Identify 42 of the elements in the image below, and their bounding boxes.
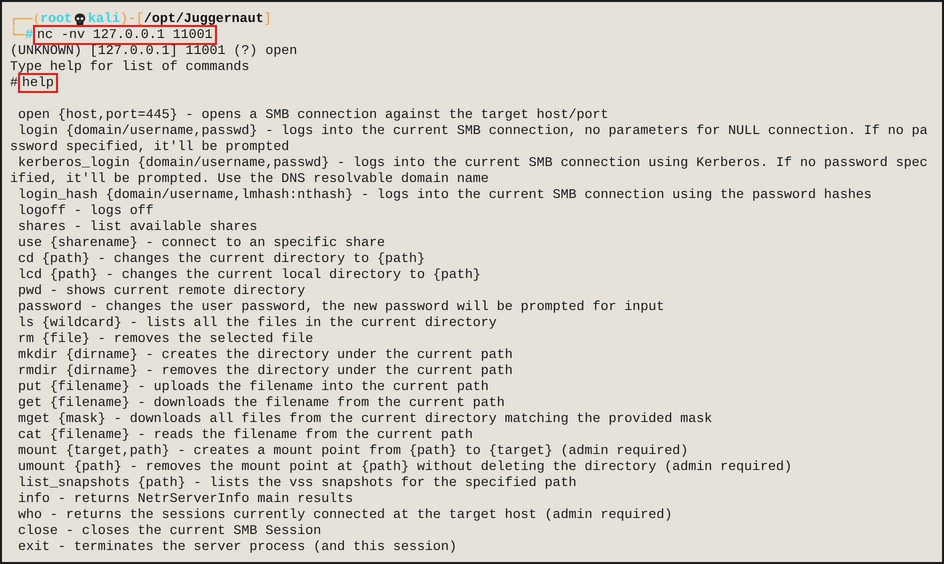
help-line: info - returns NetrServerInfo main results [16,491,354,507]
help-line: cat {filename} - reads the filename from the current path [16,427,473,443]
prompt-symbol: # [10,75,18,91]
help-line: logoff - logs off [16,203,154,219]
help-line: mkdir {dirname} - creates the directory under the current path [16,347,513,363]
help-line: rmdir {dirname} - removes the directory under the current path [16,363,513,379]
help-line: exit - terminates the server process (and this session) [16,539,457,555]
help-line: get {filename} - downloads the filename from the current path [16,395,505,411]
help-line: mount {target,path} - creates a mount point from {path} to {target} (admin required) [16,443,688,459]
help-line: list_snapshots {path} - lists the vss snapshots for the specified path [16,475,577,491]
help-line: ssword specified, it'll be prompted [10,139,290,155]
help-line: login {domain/username,passwd} - logs into the current SMB connection, no parameters for NULL connection. If no pa [16,123,928,139]
prompt-path: /opt/Juggernaut [144,11,264,27]
help-line: pwd - shows current remote directory [16,283,306,299]
help-line: kerberos_login {domain/username,passwd} - logs into the current SMB connection using Kerberos. If no password spec [16,155,928,171]
help-line: ls {wildcard} - lists all the files in the current directory [16,315,497,331]
command-text: nc -nv 127.0.0.1 11001 [33,25,217,45]
skull-icon [74,12,86,26]
output-line: (UNKNOWN) [127.0.0.1] 11001 (?) open [10,43,298,59]
prompt-host: kali [88,11,120,27]
help-line: password - changes the user password, the new password will be prompted for input [16,299,664,315]
output-line: Type help for list of commands [10,59,250,75]
help-line: close - closes the current SMB Session [16,523,322,539]
help-line: login_hash {domain/username,lmhash:nthash} - logs into the current SMB connection using the password hashes [16,187,872,203]
help-line: who - returns the sessions currently connected at the target host (admin required) [16,507,672,523]
prompt-bracket: ] [264,11,272,27]
help-line: put {filename} - uploads the filename into the current path [16,379,489,395]
help-line: use {sharename} - connect to an specific share [16,235,386,251]
help-line: rm {file} - removes the selected file [16,331,314,347]
help-line: open {host,port=445} - opens a SMB connection against the target host/port [16,107,608,123]
help-line: shares - list available shares [16,219,258,235]
help-line: lcd {path} - changes the current local directory to {path} [16,267,481,283]
prompt-user: root [40,11,72,27]
help-line: ified, it'll be prompted. Use the DNS resolvable domain name [10,171,489,187]
prompt-symbol: # [25,27,34,43]
help-line: umount {path} - removes the mount point at {path} without deleting the directory (admin required) [16,459,792,475]
prompt-corner: ┌──( [10,11,40,27]
prompt-separator: )-[ [120,11,144,27]
prompt-corner: └─ [10,27,26,43]
help-line: cd {path} - changes the current directory to {path} [16,251,425,267]
command-text: help [18,73,58,93]
help-line: mget {mask} - downloads all files from the current directory matching the provided mask [16,411,712,427]
